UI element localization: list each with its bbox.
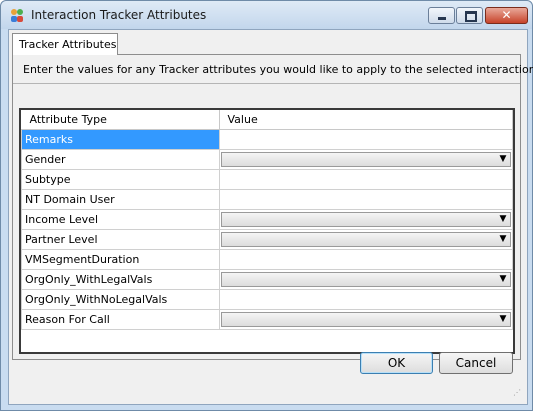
attribute-type-cell[interactable]: Gender <box>21 149 220 170</box>
attribute-type-cell[interactable]: OrgOnly_WithNoLegalVals <box>21 289 220 310</box>
value-dropdown[interactable]: ▼ <box>220 152 511 167</box>
attribute-type-cell[interactable]: VMSegmentDuration <box>21 249 220 270</box>
value-text-cell[interactable] <box>218 189 513 210</box>
maximize-icon <box>465 11 477 22</box>
close-button[interactable]: ✕ <box>485 7 528 24</box>
attribute-type-cell[interactable]: Partner Level <box>21 229 220 250</box>
tab-tracker-attributes[interactable]: Tracker Attributes <box>12 33 118 55</box>
window-title: Interaction Tracker Attributes <box>31 8 207 22</box>
table-row[interactable]: Income Level ▼ <box>21 209 513 230</box>
people-app-icon <box>11 9 23 22</box>
table-header-row: Attribute Type Value <box>21 110 513 130</box>
dropdown-arrow-icon[interactable]: ▼ <box>496 273 510 286</box>
dropdown-arrow-icon[interactable]: ▼ <box>496 313 510 326</box>
value-dropdown[interactable]: ▼ <box>220 232 511 247</box>
value-dropdown-cell[interactable]: ▼ <box>218 209 513 230</box>
attribute-type-cell[interactable]: OrgOnly_WithLegalVals <box>21 269 220 290</box>
tab-panel: Enter the values for any Tracker attribu… <box>12 54 533 360</box>
value-text-cell[interactable] <box>218 249 513 270</box>
maximize-button[interactable] <box>456 7 483 24</box>
value-dropdown[interactable]: ▼ <box>220 312 511 327</box>
dialog-window: Interaction Tracker Attributes ✕ Tracker… <box>0 0 533 411</box>
value-dropdown-cell[interactable]: ▼ <box>218 229 513 250</box>
table-row[interactable]: Partner Level ▼ <box>21 229 513 250</box>
minimize-button[interactable] <box>428 7 455 24</box>
attribute-type-cell[interactable]: Subtype <box>21 169 220 190</box>
instructions-text: Enter the values for any Tracker attribu… <box>23 63 533 76</box>
title-bar[interactable]: Interaction Tracker Attributes ✕ <box>1 1 532 29</box>
dropdown-arrow-icon[interactable]: ▼ <box>496 213 510 226</box>
attribute-type-cell[interactable]: Reason For Call <box>21 309 220 330</box>
tab-label: Tracker Attributes <box>19 38 117 51</box>
value-text-cell[interactable] <box>218 129 513 150</box>
attributes-table: Attribute Type Value Remarks Gender ▼ Subty… <box>21 110 513 330</box>
dialog-client-area: Tracker Attributes Enter the values for … <box>8 29 533 405</box>
attributes-grid: Attribute Type Value Remarks Gender ▼ Subty… <box>19 108 515 354</box>
value-dropdown-cell[interactable]: ▼ <box>218 309 513 330</box>
attribute-type-cell[interactable]: Income Level <box>21 209 220 230</box>
table-row[interactable]: NT Domain User <box>21 189 513 210</box>
table-row[interactable]: OrgOnly_WithNoLegalVals <box>21 289 513 310</box>
table-row[interactable]: Reason For Call ▼ <box>21 309 513 330</box>
table-row[interactable]: Gender ▼ <box>21 149 513 170</box>
minimize-icon <box>438 17 446 20</box>
table-row[interactable]: VMSegmentDuration <box>21 249 513 270</box>
value-dropdown[interactable]: ▼ <box>220 272 511 287</box>
table-row[interactable]: Remarks <box>21 129 513 150</box>
attribute-type-cell[interactable]: NT Domain User <box>21 189 220 210</box>
column-header-attribute-type[interactable]: Attribute Type <box>21 110 220 130</box>
dropdown-arrow-icon[interactable]: ▼ <box>496 233 510 246</box>
attribute-type-cell[interactable]: Remarks <box>21 129 220 150</box>
resize-grip-icon[interactable]: ⋰ <box>513 389 523 400</box>
column-header-value[interactable]: Value <box>219 110 513 130</box>
value-dropdown-cell[interactable]: ▼ <box>218 269 513 290</box>
table-row[interactable]: Subtype <box>21 169 513 190</box>
value-dropdown-cell[interactable]: ▼ <box>218 149 513 170</box>
close-icon: ✕ <box>501 8 512 22</box>
divider <box>13 83 520 84</box>
cancel-button[interactable]: Cancel <box>439 352 513 374</box>
dropdown-arrow-icon[interactable]: ▼ <box>496 153 510 166</box>
table-row[interactable]: OrgOnly_WithLegalVals ▼ <box>21 269 513 290</box>
ok-button[interactable]: OK <box>360 352 433 374</box>
value-text-cell[interactable] <box>218 289 513 310</box>
value-text-cell[interactable] <box>218 169 513 190</box>
value-dropdown[interactable]: ▼ <box>220 212 511 227</box>
